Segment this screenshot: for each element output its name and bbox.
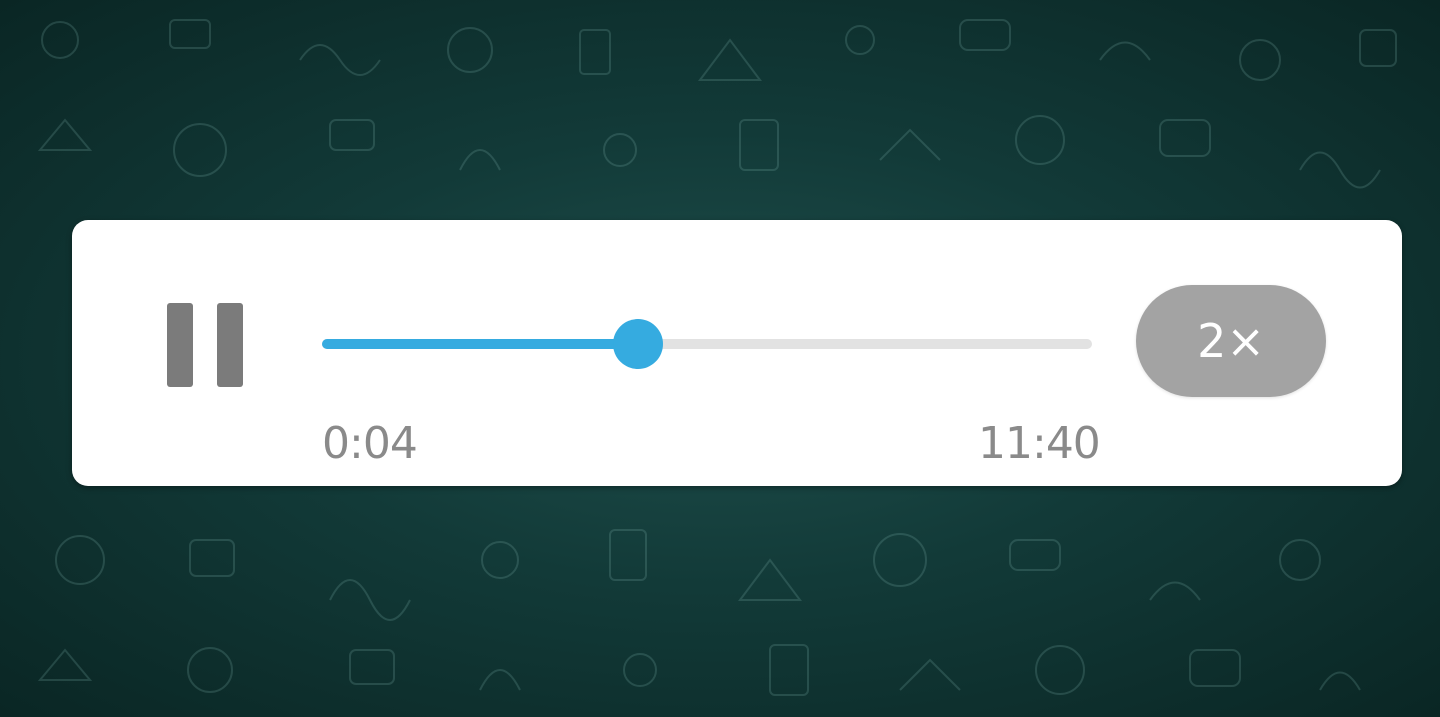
total-duration: 11:40 — [978, 418, 1101, 469]
playback-speed-label: 2× — [1197, 314, 1265, 368]
pause-button[interactable] — [160, 295, 252, 395]
current-time: 0:04 — [322, 418, 418, 469]
seek-slider[interactable] — [322, 319, 1092, 369]
playback-speed-button[interactable]: 2× — [1136, 285, 1326, 397]
pause-bar-right — [217, 303, 243, 387]
pause-bar-left — [167, 303, 193, 387]
seek-progress-fill — [322, 339, 638, 349]
seek-thumb[interactable] — [612, 319, 663, 369]
